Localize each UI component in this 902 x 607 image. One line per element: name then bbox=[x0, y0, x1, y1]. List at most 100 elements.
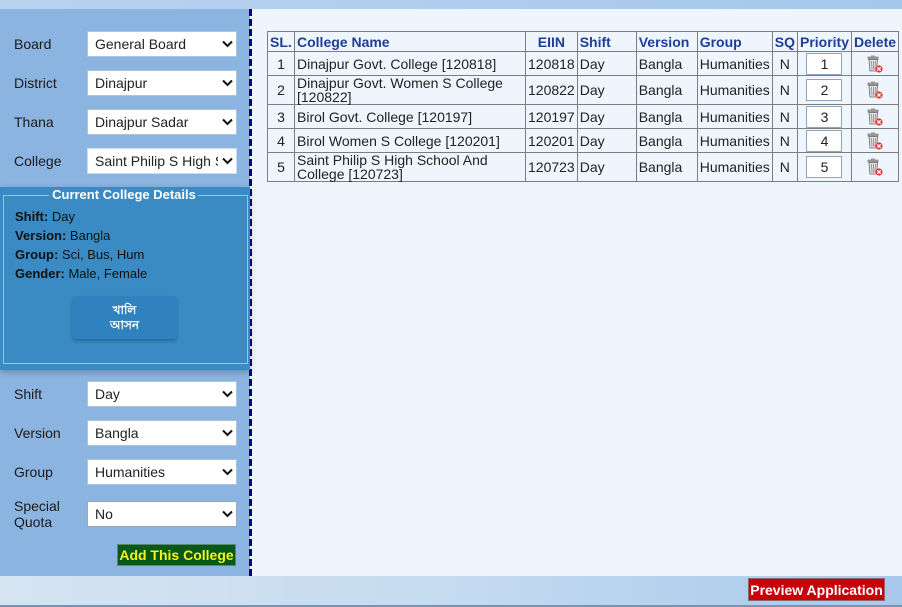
special-quota-select[interactable]: No bbox=[87, 501, 237, 527]
chevron-down-icon bbox=[218, 390, 236, 398]
vacant-seats-button[interactable]: খালি আসন bbox=[72, 296, 177, 339]
chevron-down-icon bbox=[218, 468, 236, 476]
cell-priority: 5 bbox=[796, 152, 853, 182]
trash-delete-icon[interactable] bbox=[865, 54, 885, 74]
version-select-value: Bangla bbox=[95, 425, 139, 441]
district-select-value: Dinajpur bbox=[95, 75, 148, 91]
chevron-down-icon bbox=[218, 118, 236, 126]
cell-college-name: Saint Philip S High School And College [… bbox=[294, 152, 526, 182]
cell-priority: 1 bbox=[796, 51, 853, 76]
cell-version: Bangla bbox=[635, 128, 698, 153]
col-group: Group bbox=[696, 31, 773, 52]
current-college-details-panel: Current College Details Shift: Day Versi… bbox=[0, 187, 250, 370]
shift-select[interactable]: Day bbox=[87, 381, 237, 407]
details-legend: Current College Details bbox=[52, 187, 196, 202]
trash-delete-icon[interactable] bbox=[865, 107, 885, 127]
version-field: Version Bangla bbox=[14, 420, 238, 446]
cell-version: Bangla bbox=[635, 104, 698, 129]
col-version: Version bbox=[635, 31, 698, 52]
cell-group: Humanities bbox=[696, 152, 773, 182]
trash-delete-icon[interactable] bbox=[865, 157, 885, 177]
shift-field: Shift Day bbox=[14, 381, 238, 407]
chevron-down-icon bbox=[218, 79, 236, 87]
trash-delete-icon[interactable] bbox=[865, 131, 885, 151]
cell-shift: Day bbox=[576, 75, 637, 105]
cell-delete bbox=[850, 104, 900, 129]
board-label: Board bbox=[14, 36, 52, 52]
district-select[interactable]: Dinajpur bbox=[87, 70, 237, 96]
preview-application-button[interactable]: Preview Application bbox=[748, 578, 885, 601]
board-select-value: General Board bbox=[95, 36, 187, 52]
board-select[interactable]: General Board bbox=[87, 31, 237, 57]
table-row: 4 Birol Women S College [120201] 120201 … bbox=[267, 128, 900, 153]
detail-group: Group: Sci, Bus, Hum bbox=[15, 247, 144, 262]
col-delete: Delete bbox=[850, 31, 900, 52]
table-header-row: SL. College Name EIIN Shift Version Grou… bbox=[267, 31, 900, 52]
cell-shift: Day bbox=[576, 152, 637, 182]
cell-eiin: 120822 bbox=[525, 75, 578, 105]
table-row: 1 Dinajpur Govt. College [120818] 120818… bbox=[267, 51, 900, 76]
cell-group: Humanities bbox=[696, 75, 773, 105]
chevron-down-icon bbox=[218, 510, 236, 518]
cell-eiin: 120723 bbox=[525, 152, 578, 182]
cell-eiin: 120201 bbox=[525, 128, 578, 153]
vacant-seats-label-line2: আসন bbox=[109, 317, 140, 332]
add-this-college-button[interactable]: Add This College bbox=[117, 544, 236, 566]
cell-sq: N bbox=[771, 51, 798, 76]
college-select-value: Saint Philip S High S bbox=[95, 153, 218, 169]
group-select-value: Humanities bbox=[95, 464, 166, 480]
special-quota-label: Special Quota bbox=[14, 498, 60, 530]
cell-version: Bangla bbox=[635, 152, 698, 182]
cell-shift: Day bbox=[576, 104, 637, 129]
priority-input[interactable]: 2 bbox=[806, 79, 843, 101]
detail-version-key: Version: bbox=[15, 228, 67, 243]
cell-delete bbox=[850, 75, 900, 105]
table-row: 5 Saint Philip S High School And College… bbox=[267, 152, 900, 182]
priority-input[interactable]: 4 bbox=[806, 129, 843, 152]
detail-gender-value: Male, Female bbox=[68, 266, 148, 281]
college-choices-table: SL. College Name EIIN Shift Version Grou… bbox=[267, 31, 900, 182]
col-sl: SL. bbox=[267, 31, 295, 52]
group-label: Group bbox=[14, 464, 53, 480]
trash-delete-icon[interactable] bbox=[865, 80, 885, 100]
cell-sq: N bbox=[771, 128, 798, 153]
cell-eiin: 120818 bbox=[525, 51, 578, 76]
cell-sq: N bbox=[771, 152, 798, 182]
chevron-down-icon bbox=[218, 157, 236, 165]
cell-version: Bangla bbox=[635, 51, 698, 76]
cell-sq: N bbox=[771, 104, 798, 129]
detail-version-value: Bangla bbox=[69, 228, 111, 243]
group-select[interactable]: Humanities bbox=[87, 459, 237, 485]
thana-select-value: Dinajpur Sadar bbox=[95, 114, 189, 130]
col-shift: Shift bbox=[576, 31, 637, 52]
cell-sl: 3 bbox=[267, 104, 295, 129]
chevron-down-icon bbox=[218, 40, 236, 48]
college-select[interactable]: Saint Philip S High S bbox=[87, 148, 237, 174]
cell-priority: 3 bbox=[796, 104, 853, 129]
col-priority: Priority bbox=[796, 31, 853, 52]
thana-select[interactable]: Dinajpur Sadar bbox=[87, 109, 237, 135]
top-bar bbox=[0, 0, 902, 9]
cell-college-name: Birol Govt. College [120197] bbox=[294, 104, 526, 129]
detail-shift: Shift: Day bbox=[15, 209, 75, 224]
cell-college-name: Birol Women S College [120201] bbox=[294, 128, 526, 153]
version-select[interactable]: Bangla bbox=[87, 420, 237, 446]
district-label: District bbox=[14, 75, 57, 91]
chevron-down-icon bbox=[218, 429, 236, 437]
shift-label: Shift bbox=[14, 386, 43, 402]
detail-shift-key: Shift: bbox=[15, 209, 49, 224]
cell-group: Humanities bbox=[696, 51, 773, 76]
priority-input[interactable]: 5 bbox=[806, 156, 843, 178]
cell-delete bbox=[850, 128, 900, 153]
cell-shift: Day bbox=[576, 51, 637, 76]
detail-gender-key: Gender: bbox=[15, 266, 65, 281]
col-college-name: College Name bbox=[294, 31, 526, 52]
cell-sl: 4 bbox=[267, 128, 295, 153]
priority-input[interactable]: 1 bbox=[806, 52, 843, 75]
priority-input[interactable]: 3 bbox=[806, 105, 843, 128]
thana-label: Thana bbox=[14, 114, 54, 130]
detail-version: Version: Bangla bbox=[15, 228, 110, 243]
district-field: District Dinajpur bbox=[14, 70, 238, 96]
detail-shift-value: Day bbox=[51, 209, 75, 224]
cell-sl: 5 bbox=[267, 152, 295, 182]
